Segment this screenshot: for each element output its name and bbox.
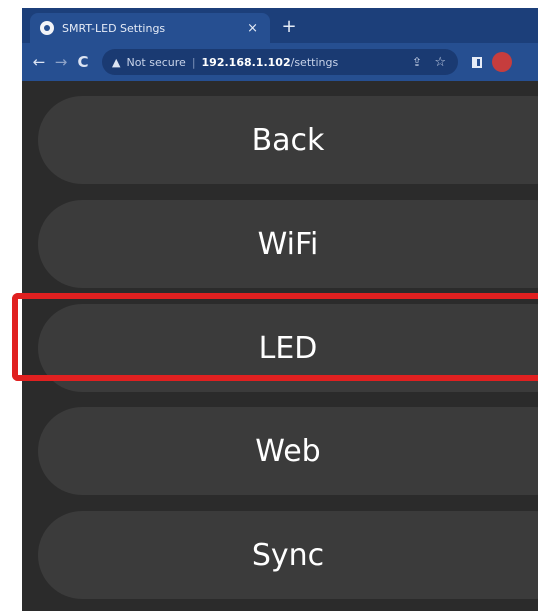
wifi-button[interactable]: WiFi [38, 200, 538, 288]
browser-window: SMRT-LED Settings × + ← → C ▲ Not secure… [22, 8, 538, 611]
security-label[interactable]: Not secure [126, 56, 185, 69]
url-host[interactable]: 192.168.1.102 [202, 56, 291, 69]
browser-toolbar: ← → C ▲ Not secure | 192.168.1.102/setti… [22, 43, 538, 81]
share-icon[interactable]: ⇪ [412, 55, 422, 69]
url-path[interactable]: /settings [291, 56, 339, 69]
sidepanel-icon[interactable] [472, 56, 482, 68]
address-bar[interactable]: ▲ Not secure | 192.168.1.102/settings ⇪ … [102, 49, 458, 75]
forward-arrow-icon[interactable]: → [50, 53, 72, 71]
new-tab-button[interactable]: + [278, 16, 300, 38]
tab-strip: SMRT-LED Settings × + [22, 8, 538, 43]
settings-page: Back WiFi LED Web Sync [22, 81, 538, 611]
star-icon[interactable]: ☆ [434, 55, 446, 70]
warning-icon[interactable]: ▲ [112, 56, 120, 69]
back-arrow-icon[interactable]: ← [28, 53, 50, 71]
favicon-icon [40, 21, 54, 35]
led-button[interactable]: LED [38, 304, 538, 392]
web-button[interactable]: Web [38, 407, 538, 495]
active-tab[interactable]: SMRT-LED Settings × [30, 13, 270, 43]
profile-icon[interactable] [492, 52, 512, 72]
url-separator: | [191, 55, 196, 69]
reload-icon[interactable]: C [72, 53, 94, 71]
back-button[interactable]: Back [38, 96, 538, 184]
tab-close-icon[interactable]: × [247, 21, 258, 36]
sync-button[interactable]: Sync [38, 511, 538, 599]
tab-title: SMRT-LED Settings [62, 21, 166, 35]
